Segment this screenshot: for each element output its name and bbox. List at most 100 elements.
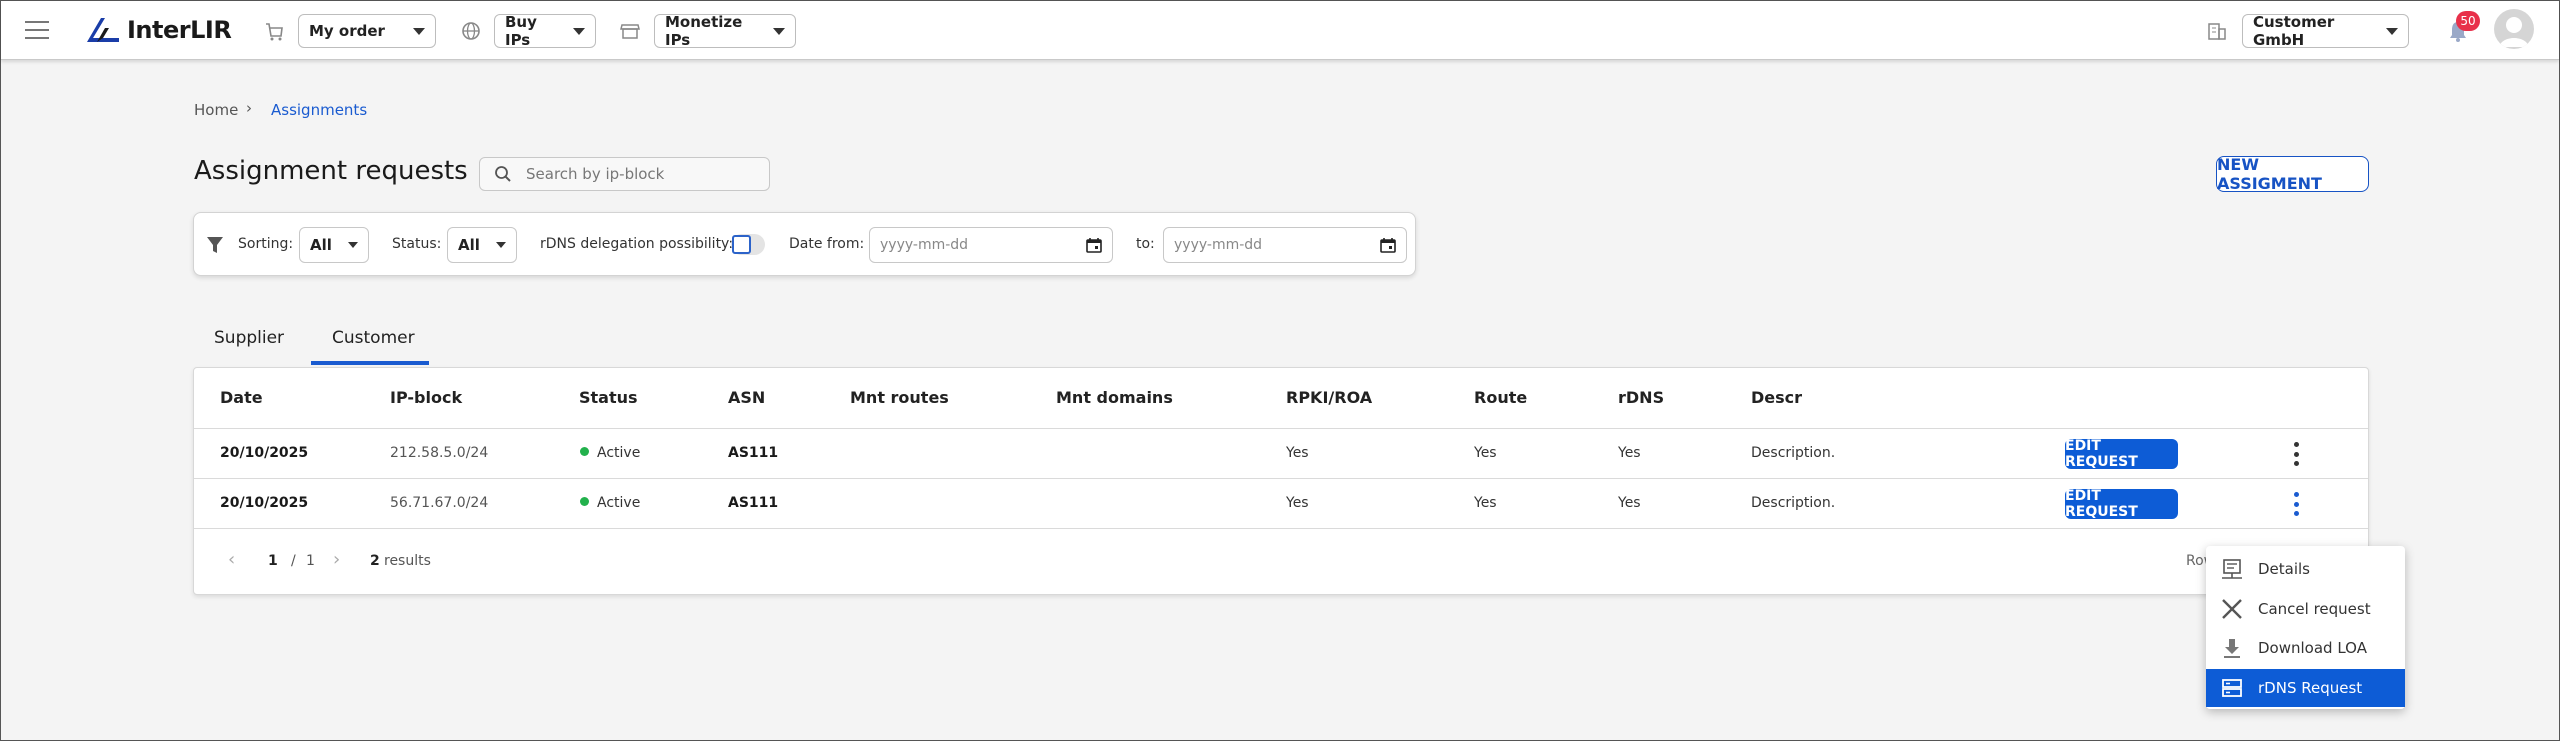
status-text: Active	[597, 495, 641, 511]
notification-badge: 50	[2456, 11, 2480, 31]
cart-icon	[266, 23, 283, 41]
logo-icon	[87, 18, 119, 42]
results-count: 2	[370, 553, 380, 569]
cell-route: Yes	[1474, 445, 1497, 461]
brand-name: InterLIR	[127, 16, 232, 44]
avatar[interactable]	[2494, 9, 2534, 49]
column-header: Date	[220, 388, 263, 407]
pagination-next-icon[interactable]: ›	[333, 549, 340, 570]
date-from-field[interactable]	[869, 227, 1113, 263]
tab-supplier[interactable]: Supplier	[214, 328, 284, 348]
cell-rdns: Yes	[1618, 445, 1641, 461]
date-to-input[interactable]	[1174, 237, 1354, 253]
buy-ips-label: Buy IPs	[505, 13, 537, 49]
menu-item-label: Details	[2258, 560, 2311, 578]
monetize-ips-dropdown[interactable]: Monetize IPs	[654, 13, 796, 49]
cell-status: Active	[580, 445, 640, 461]
rdns-checkbox[interactable]	[731, 234, 765, 255]
company-label: Customer GmbH	[2253, 13, 2335, 49]
chevron-down-icon	[413, 27, 425, 35]
column-header: rDNS	[1618, 388, 1665, 407]
search-box[interactable]	[479, 157, 770, 191]
cell-descr: Description.	[1751, 445, 1836, 461]
cell-date: 20/10/2025	[220, 495, 309, 511]
table-row[interactable]: 20/10/2025 212.58.5.0/24 Active AS111 Ye…	[194, 428, 2368, 478]
cell-asn: AS111	[728, 445, 779, 461]
my-order-dropdown[interactable]: My order	[298, 14, 436, 48]
status-dot	[580, 497, 589, 506]
menu-item-label: rDNS Request	[2258, 679, 2363, 697]
table-divider	[194, 528, 2368, 529]
row-context-menu: Details Cancel request Download LOA rDNS…	[2206, 546, 2405, 709]
more-options-icon[interactable]	[2292, 492, 2300, 516]
more-options-icon[interactable]	[2292, 442, 2300, 466]
menu-item-rdns-request[interactable]: rDNS Request	[2206, 669, 2405, 707]
status-label: Status:	[392, 236, 442, 252]
column-header: Descr	[1751, 388, 1803, 407]
company-dropdown[interactable]: Customer GmbH	[2242, 13, 2409, 49]
chevron-down-icon	[2386, 27, 2398, 35]
details-icon	[2222, 559, 2242, 579]
new-assignment-button[interactable]: NEW ASSIGMENT	[2216, 155, 2369, 193]
cell-rpki: Yes	[1286, 445, 1309, 461]
top-bar: InterLIR My order Buy IPs Monetize IPs C…	[1, 1, 2559, 60]
pagination-total-pages: 1	[306, 553, 315, 569]
search-icon	[495, 166, 511, 182]
sorting-value: All	[310, 236, 332, 254]
date-from-input[interactable]	[880, 237, 1060, 253]
chevron-down-icon	[573, 27, 585, 35]
my-order-label: My order	[309, 22, 385, 40]
chevron-down-icon	[496, 242, 506, 248]
cell-descr: Description.	[1751, 495, 1836, 511]
status-dot	[580, 447, 589, 456]
menu-item-details[interactable]: Details	[2206, 550, 2405, 588]
cell-ip-block: 56.71.67.0/24	[390, 495, 489, 511]
pagination-prev-icon[interactable]: ‹	[228, 549, 235, 570]
search-input[interactable]	[526, 165, 746, 183]
rdns-label: rDNS delegation possibility:	[540, 236, 734, 252]
user-icon	[2499, 17, 2529, 47]
pagination-current-page: 1	[268, 553, 278, 569]
chevron-down-icon	[348, 242, 358, 248]
menu-icon[interactable]	[25, 21, 49, 39]
assignments-table: Date IP-block Status ASN Mnt routes Mnt …	[193, 367, 2369, 595]
column-header: Route	[1474, 388, 1528, 407]
monetize-ips-label: Monetize IPs	[665, 13, 743, 49]
tab-customer[interactable]: Customer	[332, 328, 415, 348]
brand-logo[interactable]: InterLIR	[85, 15, 232, 45]
calendar-icon[interactable]	[1380, 237, 1396, 253]
breadcrumb-home[interactable]: Home	[194, 101, 238, 119]
page-title: Assignment requests	[194, 156, 468, 186]
date-to-label: to:	[1136, 236, 1155, 252]
edit-request-button[interactable]: EDIT REQUEST	[2065, 488, 2178, 520]
breadcrumb-separator: ›	[246, 99, 252, 117]
status-value: All	[458, 236, 480, 254]
table-row[interactable]: 20/10/2025 56.71.67.0/24 Active AS111 Ye…	[194, 478, 2368, 528]
store-icon	[620, 24, 640, 39]
sorting-select[interactable]: All	[299, 227, 369, 263]
status-select[interactable]: All	[447, 227, 517, 263]
column-header: Mnt domains	[1056, 388, 1173, 407]
menu-item-cancel-request[interactable]: Cancel request	[2206, 590, 2405, 628]
results-label: results	[384, 553, 431, 569]
cell-rpki: Yes	[1286, 495, 1309, 511]
server-icon	[2222, 679, 2242, 697]
menu-item-label: Download LOA	[2258, 639, 2367, 657]
cell-ip-block: 212.58.5.0/24	[390, 445, 489, 461]
calendar-icon[interactable]	[1086, 237, 1102, 253]
download-icon	[2224, 639, 2240, 658]
filter-icon	[207, 237, 223, 253]
chevron-down-icon	[773, 27, 785, 35]
menu-item-download-loa[interactable]: Download LOA	[2206, 629, 2405, 667]
cell-route: Yes	[1474, 495, 1497, 511]
filter-bar: Sorting: All Status: All rDNS delegation…	[193, 212, 1416, 276]
column-header: IP-block	[390, 388, 463, 407]
buy-ips-dropdown[interactable]: Buy IPs	[494, 13, 596, 49]
edit-request-button[interactable]: EDIT REQUEST	[2065, 438, 2178, 470]
date-to-field[interactable]	[1163, 227, 1407, 263]
cell-status: Active	[580, 495, 640, 511]
pagination-separator: /	[291, 553, 296, 569]
cell-asn: AS111	[728, 495, 779, 511]
breadcrumb-current[interactable]: Assignments	[271, 101, 367, 119]
cell-rdns: Yes	[1618, 495, 1641, 511]
